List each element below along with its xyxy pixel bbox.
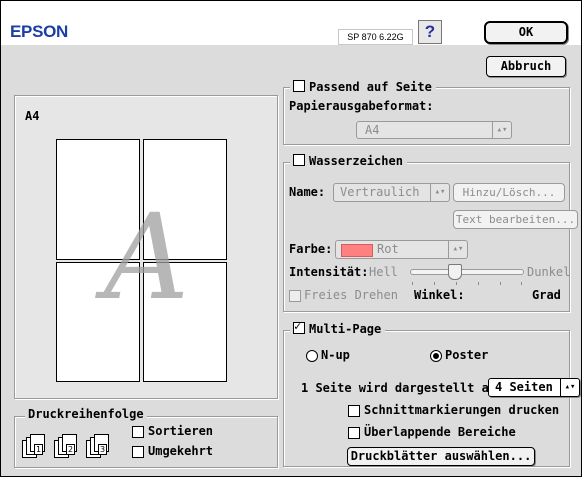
intensity-slider-thumb[interactable] [448, 264, 462, 280]
select-arrows-icon: ▴▾ [492, 122, 511, 138]
output-format-select[interactable]: A4 ▴▾ [356, 121, 512, 139]
pages-select[interactable]: 4 Seiten ▴▾ [488, 378, 580, 397]
watermark-name-label: Name: [289, 185, 326, 199]
overlap-label: Überlappende Bereiche [364, 425, 516, 439]
nup-label: N-up [321, 348, 350, 362]
checkmark-icon: ✓ [294, 319, 302, 333]
multi-page-legend: ✓ Multi-Page [290, 319, 386, 336]
watermark-color-value: Rot [377, 242, 399, 256]
overlap-checkbox[interactable] [348, 427, 360, 439]
print-order-legend: Druckreihenfolge [25, 407, 147, 421]
intensity-light-label: Hell [369, 265, 398, 279]
watermark-name-select[interactable]: Vertraulich ▴▾ [333, 183, 450, 202]
cut-marks-checkbox[interactable] [348, 405, 360, 417]
angle-label: Winkel: [414, 288, 465, 302]
paper-size-label: A4 [25, 109, 40, 123]
sort-checkbox[interactable] [132, 426, 144, 438]
epson-logo: EPSON [10, 22, 69, 41]
fit-to-page-legend: Passend auf Seite [290, 79, 436, 94]
page-order-icon-2: 2 [54, 434, 80, 458]
watermark-checkbox[interactable] [293, 154, 305, 166]
multi-page-label: Multi-Page [309, 322, 382, 336]
color-swatch [341, 244, 373, 257]
page-order-number-1: 1 [34, 444, 44, 455]
help-button[interactable]: ? [418, 20, 442, 44]
watermark-preview: A [104, 188, 190, 326]
select-arrows-icon: ▴▾ [430, 184, 449, 201]
free-rotate-checkbox[interactable] [289, 290, 301, 302]
intensity-dark-label: Dunkel [527, 265, 571, 279]
fit-to-page-checkbox[interactable] [293, 80, 305, 92]
free-rotate-label: Freies Drehen [304, 288, 398, 302]
fit-to-page-label: Passend auf Seite [309, 80, 432, 94]
watermark-label: Wasserzeichen [309, 154, 403, 168]
select-arrows-icon: ▴▾ [560, 379, 579, 396]
watermark-color-label: Farbe: [289, 242, 333, 256]
page-order-icon-1: 1 [22, 434, 48, 458]
output-format-label: Papierausgabeformat: [289, 99, 434, 113]
page-order-icon-3: 3 [86, 434, 112, 458]
watermark-name-value: Vertraulich [340, 185, 420, 199]
nup-radio[interactable] [306, 350, 318, 362]
intensity-label: Intensität: [289, 265, 369, 279]
select-arrows-icon: ▴▾ [448, 241, 467, 258]
page-order-number-3: 3 [98, 444, 108, 455]
poster-label: Poster [445, 348, 489, 362]
add-delete-button[interactable]: Hinzu/Lösch... [453, 183, 565, 202]
reverse-checkbox[interactable] [132, 446, 144, 458]
shown-on-label: 1 Seite wird dargestellt auf [301, 381, 504, 395]
degree-label: Grad [532, 288, 561, 302]
intensity-slider-track[interactable] [410, 269, 524, 275]
watermark-legend: Wasserzeichen [290, 153, 407, 168]
ok-button[interactable]: OK [484, 21, 568, 44]
select-sheets-button[interactable]: Druckblätter auswählen... [347, 447, 535, 466]
sort-label: Sortieren [148, 424, 214, 438]
driver-version: SP 870 6.22G [338, 29, 413, 45]
page-order-number-2: 2 [66, 444, 76, 455]
cut-marks-label: Schnittmarkierungen drucken [364, 403, 560, 417]
cancel-button[interactable]: Abbruch [486, 56, 566, 77]
watermark-color-select[interactable]: Rot ▴▾ [335, 240, 468, 259]
pages-value: 4 Seiten [495, 380, 553, 394]
reverse-label: Umgekehrt [148, 444, 214, 458]
output-format-value: A4 [365, 123, 380, 137]
intensity-slider-ticks [412, 282, 522, 286]
edit-text-button[interactable]: Text bearbeiten... [453, 210, 578, 229]
poster-radio[interactable] [430, 350, 442, 362]
multi-page-checkbox[interactable]: ✓ [293, 319, 305, 334]
